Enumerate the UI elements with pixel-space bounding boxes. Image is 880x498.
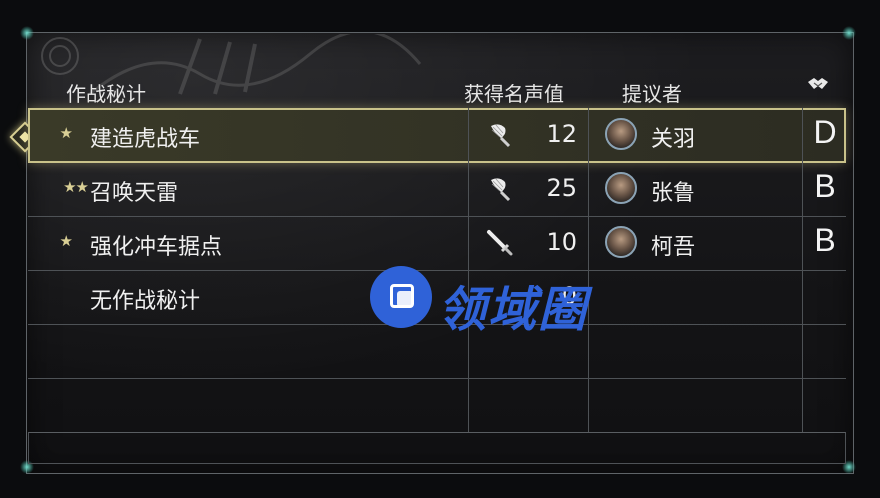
strategy-row[interactable]: ★ 强化冲车据点 10 柯吾 B (28, 216, 846, 271)
strategy-row (28, 324, 846, 379)
sword-icon (487, 230, 513, 256)
header-fame: 获得名声值 (464, 82, 564, 106)
watermark-text: 领域圈 (438, 282, 589, 338)
proposer-avatar (605, 172, 637, 204)
strategy-name: 无作战秘计 (90, 289, 201, 314)
fame-value: 10 (546, 228, 577, 256)
proposer-name: 柯吾 (651, 235, 696, 260)
strategy-name: 强化冲车据点 (90, 235, 223, 260)
fame-value: 12 (546, 120, 577, 148)
footer-bar (28, 432, 846, 464)
corner-glow (842, 26, 856, 40)
proposer-name: 张鲁 (651, 181, 696, 206)
strategy-name: 召唤天雷 (90, 181, 179, 206)
strategy-row[interactable]: 无作战秘计 0 (28, 270, 846, 325)
grade-letter: D (813, 114, 837, 150)
grade-letter: B (814, 222, 836, 258)
proposer-avatar (605, 226, 637, 258)
grade-letter: B (814, 168, 836, 204)
strategy-row[interactable]: ★★ 召唤天雷 25 张鲁 B (28, 162, 846, 217)
handshake-icon (808, 78, 828, 89)
fame-value: 25 (546, 174, 577, 202)
strategy-row (28, 378, 846, 433)
watermark-logo-icon (370, 266, 432, 328)
rank-stars: ★★ (63, 178, 89, 196)
rank-stars: ★ (59, 124, 73, 142)
proposer-avatar (605, 118, 637, 150)
fan-icon (491, 124, 511, 148)
rank-stars: ★ (59, 232, 73, 250)
strategy-row[interactable]: ★ 建造虎战车 12 关羽 D (28, 108, 846, 163)
header-strategy: 作战秘计 (66, 82, 146, 106)
header-proposer: 提议者 (622, 82, 682, 106)
fan-icon (491, 178, 511, 202)
strategy-name: 建造虎战车 (90, 127, 201, 152)
corner-glow (20, 26, 34, 40)
proposer-name: 关羽 (651, 127, 696, 152)
